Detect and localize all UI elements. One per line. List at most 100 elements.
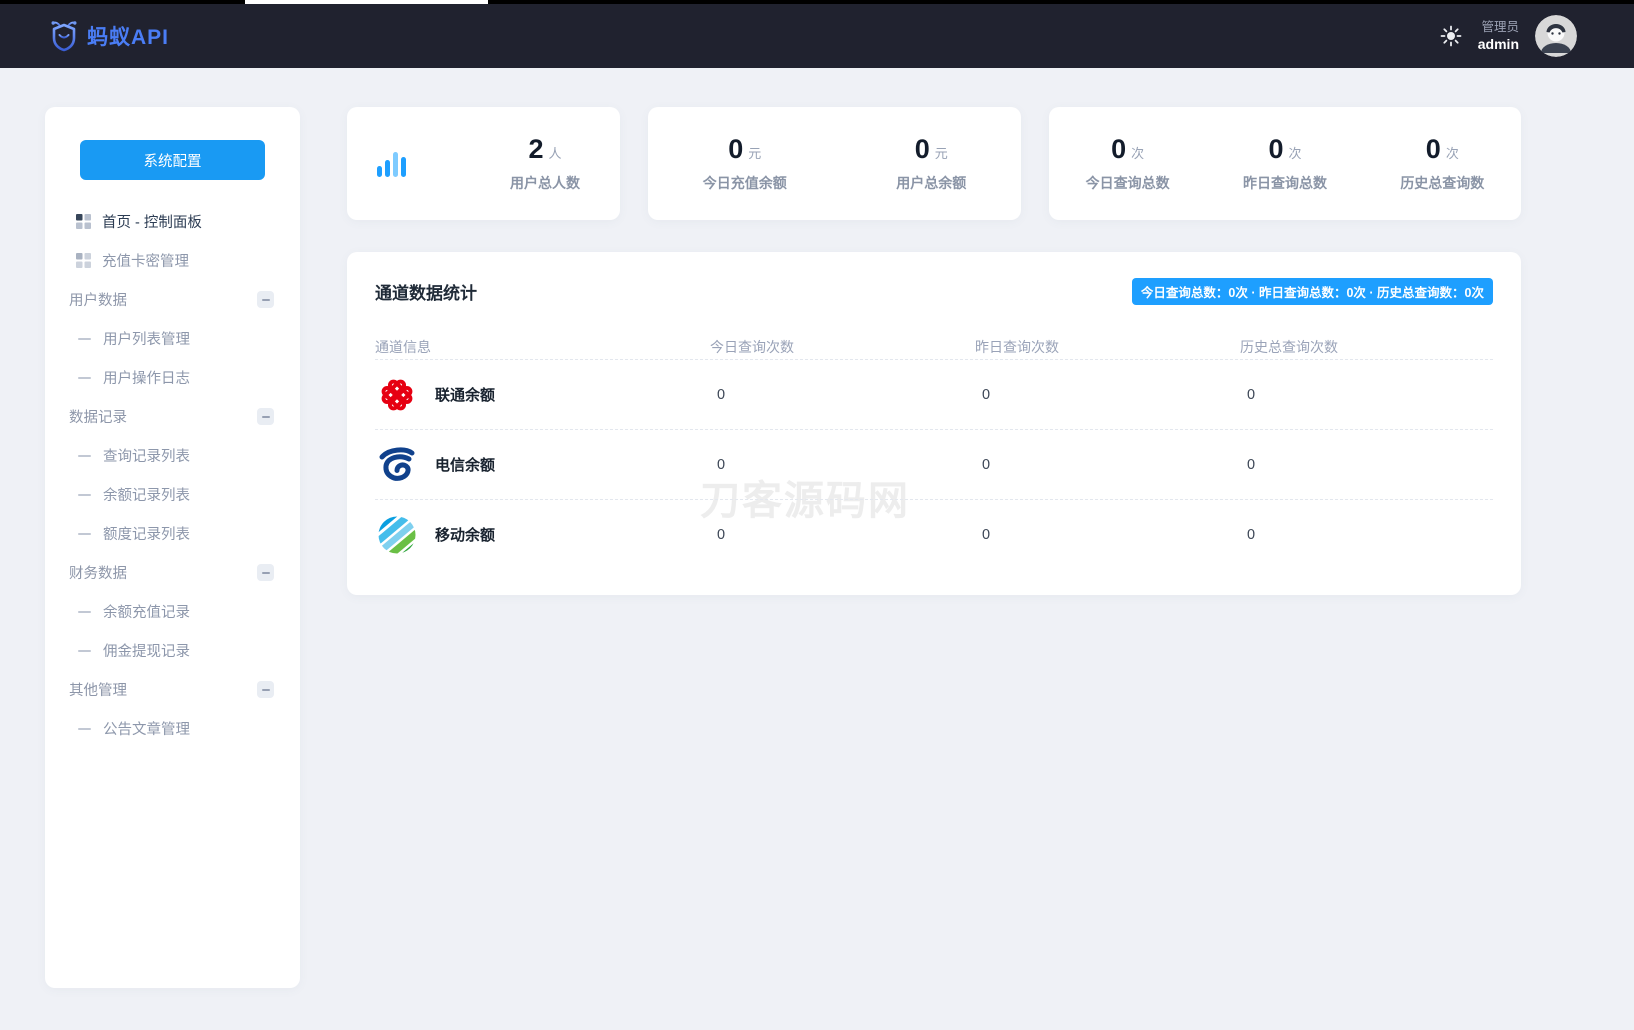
yesterday-count: 0 — [975, 457, 1240, 473]
dash-icon — [78, 377, 91, 379]
stat-yesterday-queries: 0次 昨日查询总数 — [1243, 134, 1327, 193]
panel-title: 通道数据统计 — [375, 279, 477, 304]
column-header-yesterday: 昨日查询次数 — [975, 337, 1240, 357]
dash-icon — [78, 338, 91, 340]
stat-unit: 元 — [748, 146, 761, 161]
stat-total-balance: 0元 用户总余额 — [896, 134, 966, 193]
sidebar-item-recharge-records[interactable]: 余额充值记录 — [45, 592, 300, 631]
avatar[interactable] — [1535, 15, 1577, 57]
dash-icon — [78, 533, 91, 535]
dash-icon — [78, 455, 91, 457]
sidebar-item-label: 佣金提现记录 — [103, 640, 190, 661]
table-row-mobile: 移动余额 0 0 0 — [375, 499, 1493, 569]
sidebar-item-label: 额度记录列表 — [103, 523, 190, 544]
dash-icon — [78, 494, 91, 496]
sidebar-item-label: 余额充值记录 — [103, 601, 190, 622]
stat-label: 昨日查询总数 — [1243, 173, 1327, 193]
dash-icon — [78, 611, 91, 613]
china-mobile-logo — [375, 513, 419, 557]
today-count: 0 — [710, 527, 975, 543]
channel-cell: 电信余额 — [375, 443, 710, 487]
table-row-unicom: 联通余额 0 0 0 — [375, 359, 1493, 429]
sidebar-item-user-log[interactable]: 用户操作日志 — [45, 358, 300, 397]
stat-card-queries: 0次 今日查询总数 0次 昨日查询总数 0次 历史总查询数 — [1049, 107, 1521, 220]
total-count: 0 — [1240, 527, 1493, 543]
sidebar-item-label: 余额记录列表 — [103, 484, 190, 505]
stat-card-balance: 0元 今日充值余额 0元 用户总余额 — [648, 107, 1021, 220]
stat-value: 0元 — [896, 134, 966, 165]
stat-value: 2人 — [510, 134, 580, 165]
stat-today-queries: 0次 今日查询总数 — [1086, 134, 1170, 193]
stat-card-users: 2人 用户总人数 — [347, 107, 620, 220]
collapse-minus-icon[interactable] — [257, 564, 274, 581]
table-header-row: 通道信息 今日查询次数 昨日查询次数 历史总查询次数 — [375, 335, 1493, 359]
channel-stats-panel: 刀客源码网 通道数据统计 今日查询总数：0次 · 昨日查询总数：0次 · 历史总… — [347, 252, 1521, 595]
stat-label: 历史总查询数 — [1400, 173, 1484, 193]
app-logo[interactable]: 蚂蚁API — [50, 20, 169, 52]
sidebar-section-label: 其他管理 — [69, 679, 127, 700]
sidebar-item-label: 用户列表管理 — [103, 328, 190, 349]
sidebar-item-label: 公告文章管理 — [103, 718, 190, 739]
collapse-minus-icon[interactable] — [257, 408, 274, 425]
sidebar-item-query-records[interactable]: 查询记录列表 — [45, 436, 300, 475]
sidebar-item-card-manage[interactable]: 充值卡密管理 — [45, 241, 300, 280]
system-config-button[interactable]: 系统配置 — [80, 140, 265, 180]
sidebar-section-user-data[interactable]: 用户数据 — [45, 280, 300, 319]
dash-icon — [78, 728, 91, 730]
stat-label: 用户总人数 — [510, 173, 580, 193]
query-summary-badge: 今日查询总数：0次 · 昨日查询总数：0次 · 历史总查询数：0次 — [1132, 278, 1493, 305]
sidebar-item-dashboard[interactable]: 首页 - 控制面板 — [45, 202, 300, 241]
china-telecom-logo — [375, 443, 419, 487]
channel-name: 电信余额 — [435, 454, 495, 475]
channel-name: 联通余额 — [435, 384, 495, 405]
channel-cell: 移动余额 — [375, 513, 710, 557]
sidebar-section-other-manage[interactable]: 其他管理 — [45, 670, 300, 709]
stat-cards: 2人 用户总人数 0元 今日充值余额 0元 用户总余额 0次 今日查询总数 0次… — [347, 107, 1521, 220]
stat-unit: 次 — [1446, 146, 1459, 161]
top-edge-strip — [0, 0, 1634, 4]
total-count: 0 — [1240, 457, 1493, 473]
panel-header: 通道数据统计 今日查询总数：0次 · 昨日查询总数：0次 · 历史总查询数：0次 — [375, 278, 1493, 305]
sidebar-section-label: 财务数据 — [69, 562, 127, 583]
user-role: 管理员 — [1478, 19, 1519, 35]
sidebar-item-withdraw-records[interactable]: 佣金提现记录 — [45, 631, 300, 670]
theme-toggle-sun-icon[interactable] — [1440, 25, 1462, 47]
sidebar-menu: 首页 - 控制面板 充值卡密管理 用户数据 用户列表管理 用户操作日志 — [45, 202, 300, 748]
collapse-minus-icon[interactable] — [257, 681, 274, 698]
table-row-telecom: 电信余额 0 0 0 — [375, 429, 1493, 499]
sidebar-item-user-list[interactable]: 用户列表管理 — [45, 319, 300, 358]
today-count: 0 — [710, 387, 975, 403]
yesterday-count: 0 — [975, 527, 1240, 543]
sidebar-item-label: 充值卡密管理 — [102, 250, 189, 271]
china-unicom-logo — [375, 373, 419, 417]
stat-today-recharge: 0元 今日充值余额 — [703, 134, 787, 193]
sidebar-section-finance-data[interactable]: 财务数据 — [45, 553, 300, 592]
sidebar-item-label: 首页 - 控制面板 — [102, 211, 202, 232]
sidebar-section-data-records[interactable]: 数据记录 — [45, 397, 300, 436]
stat-unit: 人 — [549, 146, 562, 161]
sidebar-item-article-manage[interactable]: 公告文章管理 — [45, 709, 300, 748]
collapse-minus-icon[interactable] — [257, 291, 274, 308]
stat-label: 用户总余额 — [896, 173, 966, 193]
today-count: 0 — [710, 457, 975, 473]
dash-icon — [78, 650, 91, 652]
stat-value: 0次 — [1400, 134, 1484, 165]
column-header-channel: 通道信息 — [375, 337, 710, 357]
user-meta[interactable]: 管理员 admin — [1478, 19, 1519, 53]
total-count: 0 — [1240, 387, 1493, 403]
channel-name: 移动余额 — [435, 524, 495, 545]
grid-icon — [76, 214, 91, 229]
column-header-today: 今日查询次数 — [710, 337, 975, 357]
stat-unit: 次 — [1131, 146, 1144, 161]
stat-value: 0次 — [1243, 134, 1327, 165]
sidebar-item-balance-records[interactable]: 余额记录列表 — [45, 475, 300, 514]
column-header-total: 历史总查询次数 — [1240, 337, 1493, 357]
sidebar-section-label: 数据记录 — [69, 406, 127, 427]
user-name: admin — [1478, 35, 1519, 53]
header-right: 管理员 admin — [1440, 15, 1577, 57]
stat-unit: 元 — [935, 146, 948, 161]
bar-chart-icon — [375, 149, 409, 179]
sidebar-item-quota-records[interactable]: 额度记录列表 — [45, 514, 300, 553]
app-header: 蚂蚁API 管理员 admin — [0, 4, 1634, 68]
stat-label: 今日查询总数 — [1086, 173, 1170, 193]
